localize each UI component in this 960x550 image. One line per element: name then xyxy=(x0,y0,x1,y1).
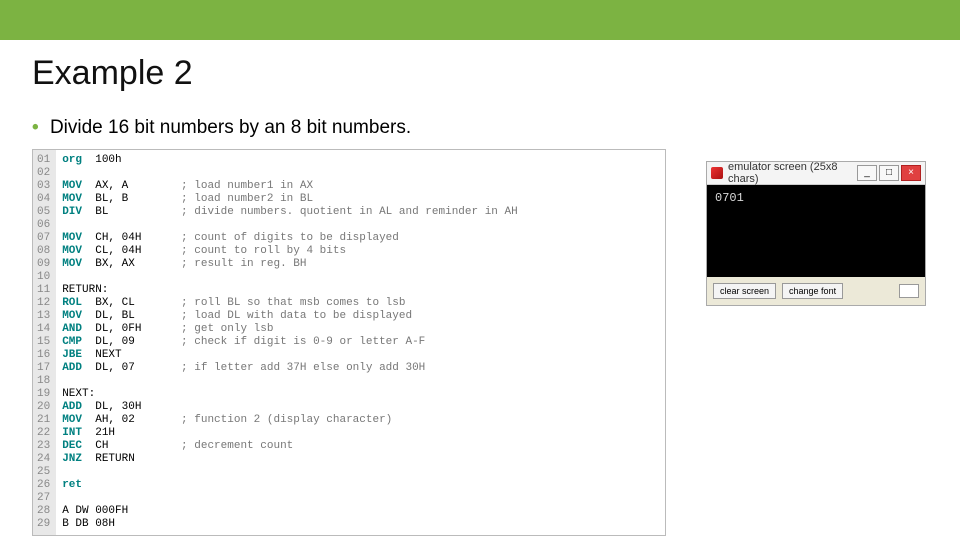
cursor-indicator xyxy=(899,284,919,298)
accent-bar xyxy=(0,0,960,40)
window-toolbar: clear screen change font xyxy=(707,277,925,305)
bullet-text: Divide 16 bit numbers by an 8 bit number… xyxy=(50,117,411,138)
code-editor: 01 02 03 04 05 06 07 08 09 10 11 12 13 1… xyxy=(32,149,666,536)
bullet-item: • Divide 16 bit numbers by an 8 bit numb… xyxy=(32,117,928,139)
emulator-panel: emulator screen (25x8 chars) _ □ × 0701 … xyxy=(706,161,926,314)
minimize-button[interactable]: _ xyxy=(857,165,877,181)
maximize-button[interactable]: □ xyxy=(879,165,899,181)
slide-title: Example 2 xyxy=(32,54,928,93)
close-button[interactable]: × xyxy=(901,165,921,181)
window-buttons: _ □ × xyxy=(857,165,921,181)
emulator-output: 0701 xyxy=(715,191,744,205)
app-icon xyxy=(711,167,723,179)
line-number-gutter: 01 02 03 04 05 06 07 08 09 10 11 12 13 1… xyxy=(33,150,56,535)
emulator-window: emulator screen (25x8 chars) _ □ × 0701 … xyxy=(706,161,926,306)
slide-body: Example 2 • Divide 16 bit numbers by an … xyxy=(0,40,960,550)
change-font-button[interactable]: change font xyxy=(782,283,843,299)
bullet-dot: • xyxy=(32,117,39,138)
window-titlebar[interactable]: emulator screen (25x8 chars) _ □ × xyxy=(707,162,925,185)
clear-screen-button[interactable]: clear screen xyxy=(713,283,776,299)
content-row: 01 02 03 04 05 06 07 08 09 10 11 12 13 1… xyxy=(32,149,928,536)
window-title: emulator screen (25x8 chars) xyxy=(728,161,857,185)
code-area: org 100h MOV AX, A ; load number1 in AX … xyxy=(56,150,526,535)
emulator-screen: 0701 xyxy=(707,185,925,277)
